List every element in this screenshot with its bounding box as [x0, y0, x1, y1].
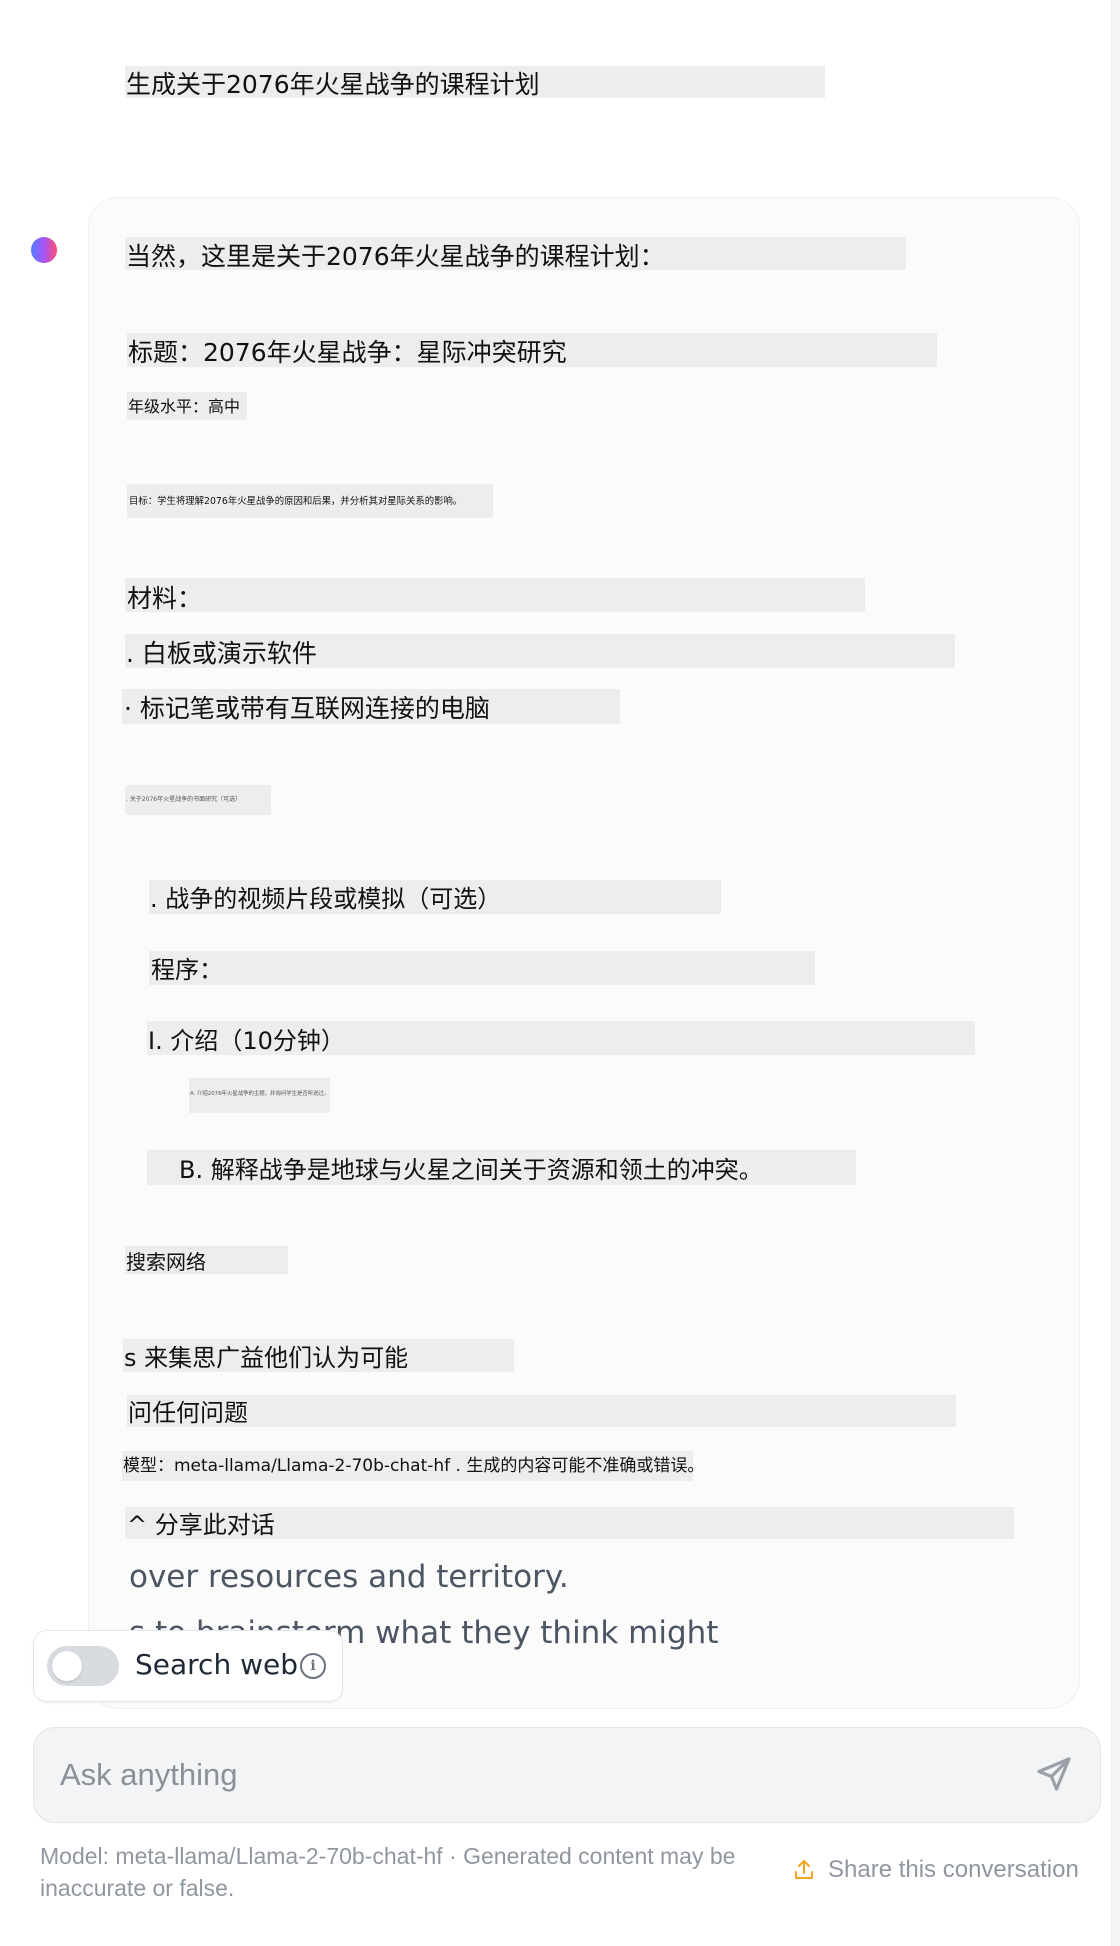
- share-icon: [795, 1860, 813, 1879]
- procedure-substep: A. 介绍2076年火星战争的主题，并询问学生是否听说过。: [190, 1091, 330, 1097]
- text-highlight: [149, 951, 815, 985]
- brainstorm-text: s 来集思广益他们认为可能: [124, 1344, 409, 1372]
- search-web-toggle[interactable]: Search web i: [33, 1630, 343, 1702]
- search-web-text: 搜索网络: [126, 1250, 206, 1274]
- response-intro: 当然，这里是关于2076年火星战争的课程计划：: [126, 242, 665, 271]
- materials-heading: 材料：: [127, 584, 203, 613]
- share-label: Share this conversation: [828, 1856, 1079, 1883]
- material-item: . 关于2076年火星战争的书面研究（可选）: [126, 796, 242, 803]
- share-text-translated: ^ 分享此对话: [127, 1511, 275, 1539]
- questions-text: 问任何问题: [128, 1399, 248, 1427]
- material-item: . 战争的视频片段或模拟（可选）: [150, 885, 502, 913]
- model-note-translated: 模型：meta-llama/Llama-2-70b-chat-hf . 生成的内…: [123, 1456, 705, 1476]
- user-message: 生成关于2076年火星战争的课程计划: [126, 70, 540, 99]
- procedure-step: I. 介绍（10分钟）: [148, 1027, 345, 1055]
- material-item: . 白板或演示软件: [126, 639, 317, 668]
- objective: 目标：学生将理解2076年火星战争的原因和后果，并分析其对星际关系的影响。: [129, 496, 463, 507]
- grade-level: 年级水平：高中: [128, 397, 241, 416]
- search-web-switch[interactable]: [47, 1646, 119, 1686]
- procedure-heading: 程序：: [151, 956, 223, 984]
- scrollbar[interactable]: [1111, 0, 1120, 1946]
- procedure-substep: B. 解释战争是地球与火星之间关于资源和领土的冲突。: [179, 1156, 763, 1184]
- assistant-avatar: [31, 237, 57, 263]
- chat-input-container: [33, 1727, 1101, 1823]
- lesson-title: 标题：2076年火星战争：星际冲突研究: [128, 338, 567, 367]
- search-web-label: Search web: [135, 1648, 298, 1681]
- info-icon[interactable]: i: [300, 1653, 326, 1679]
- footer-model-note: Model: meta-llama/Llama-2-70b-chat-hf · …: [40, 1843, 736, 1901]
- switch-knob: [52, 1651, 82, 1681]
- text-highlight: [125, 578, 865, 612]
- send-icon[interactable]: [1034, 1754, 1074, 1794]
- chat-input[interactable]: [58, 1748, 962, 1802]
- response-text-line: over resources and territory.: [129, 1559, 569, 1595]
- text-highlight: [127, 1395, 956, 1427]
- material-item: · 标记笔或带有互联网连接的电脑: [124, 694, 490, 723]
